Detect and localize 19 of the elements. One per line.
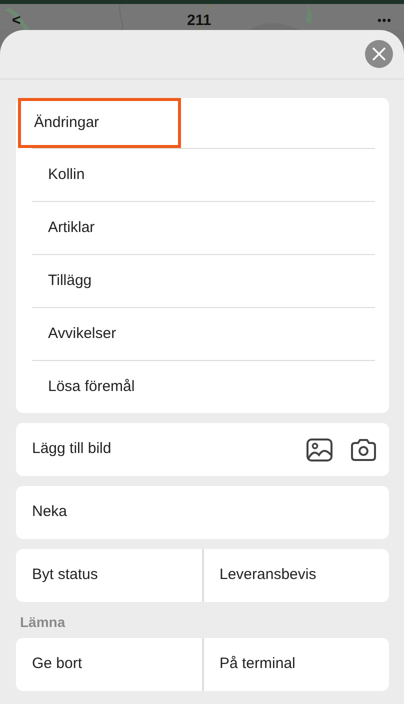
close-button[interactable]: [365, 40, 393, 68]
action-button[interactable]: Byt status: [16, 549, 202, 602]
menu-item[interactable]: Tillägg: [32, 254, 375, 307]
section-heading: Lämna: [20, 613, 66, 632]
add-image-label: Lägg till bild: [32, 439, 112, 460]
screen-title: 211: [187, 12, 212, 30]
action-button[interactable]: Ge bort: [16, 638, 202, 691]
close-icon: [371, 46, 387, 62]
menu-item[interactable]: Artiklar: [32, 201, 375, 254]
menu-item[interactable]: Kollin: [32, 148, 375, 201]
more-button[interactable]: •••: [377, 12, 392, 30]
deny-button[interactable]: Neka: [16, 486, 389, 539]
menu-item[interactable]: Ändringar: [18, 98, 181, 148]
action-button[interactable]: Leveransbevis: [202, 549, 389, 602]
back-button[interactable]: <: [12, 12, 21, 30]
action-button[interactable]: På terminal: [202, 638, 389, 691]
menu-item[interactable]: Lösa föremål: [32, 360, 375, 413]
menu-item[interactable]: Avvikelser: [32, 307, 375, 360]
image-icon[interactable]: [305, 436, 333, 464]
